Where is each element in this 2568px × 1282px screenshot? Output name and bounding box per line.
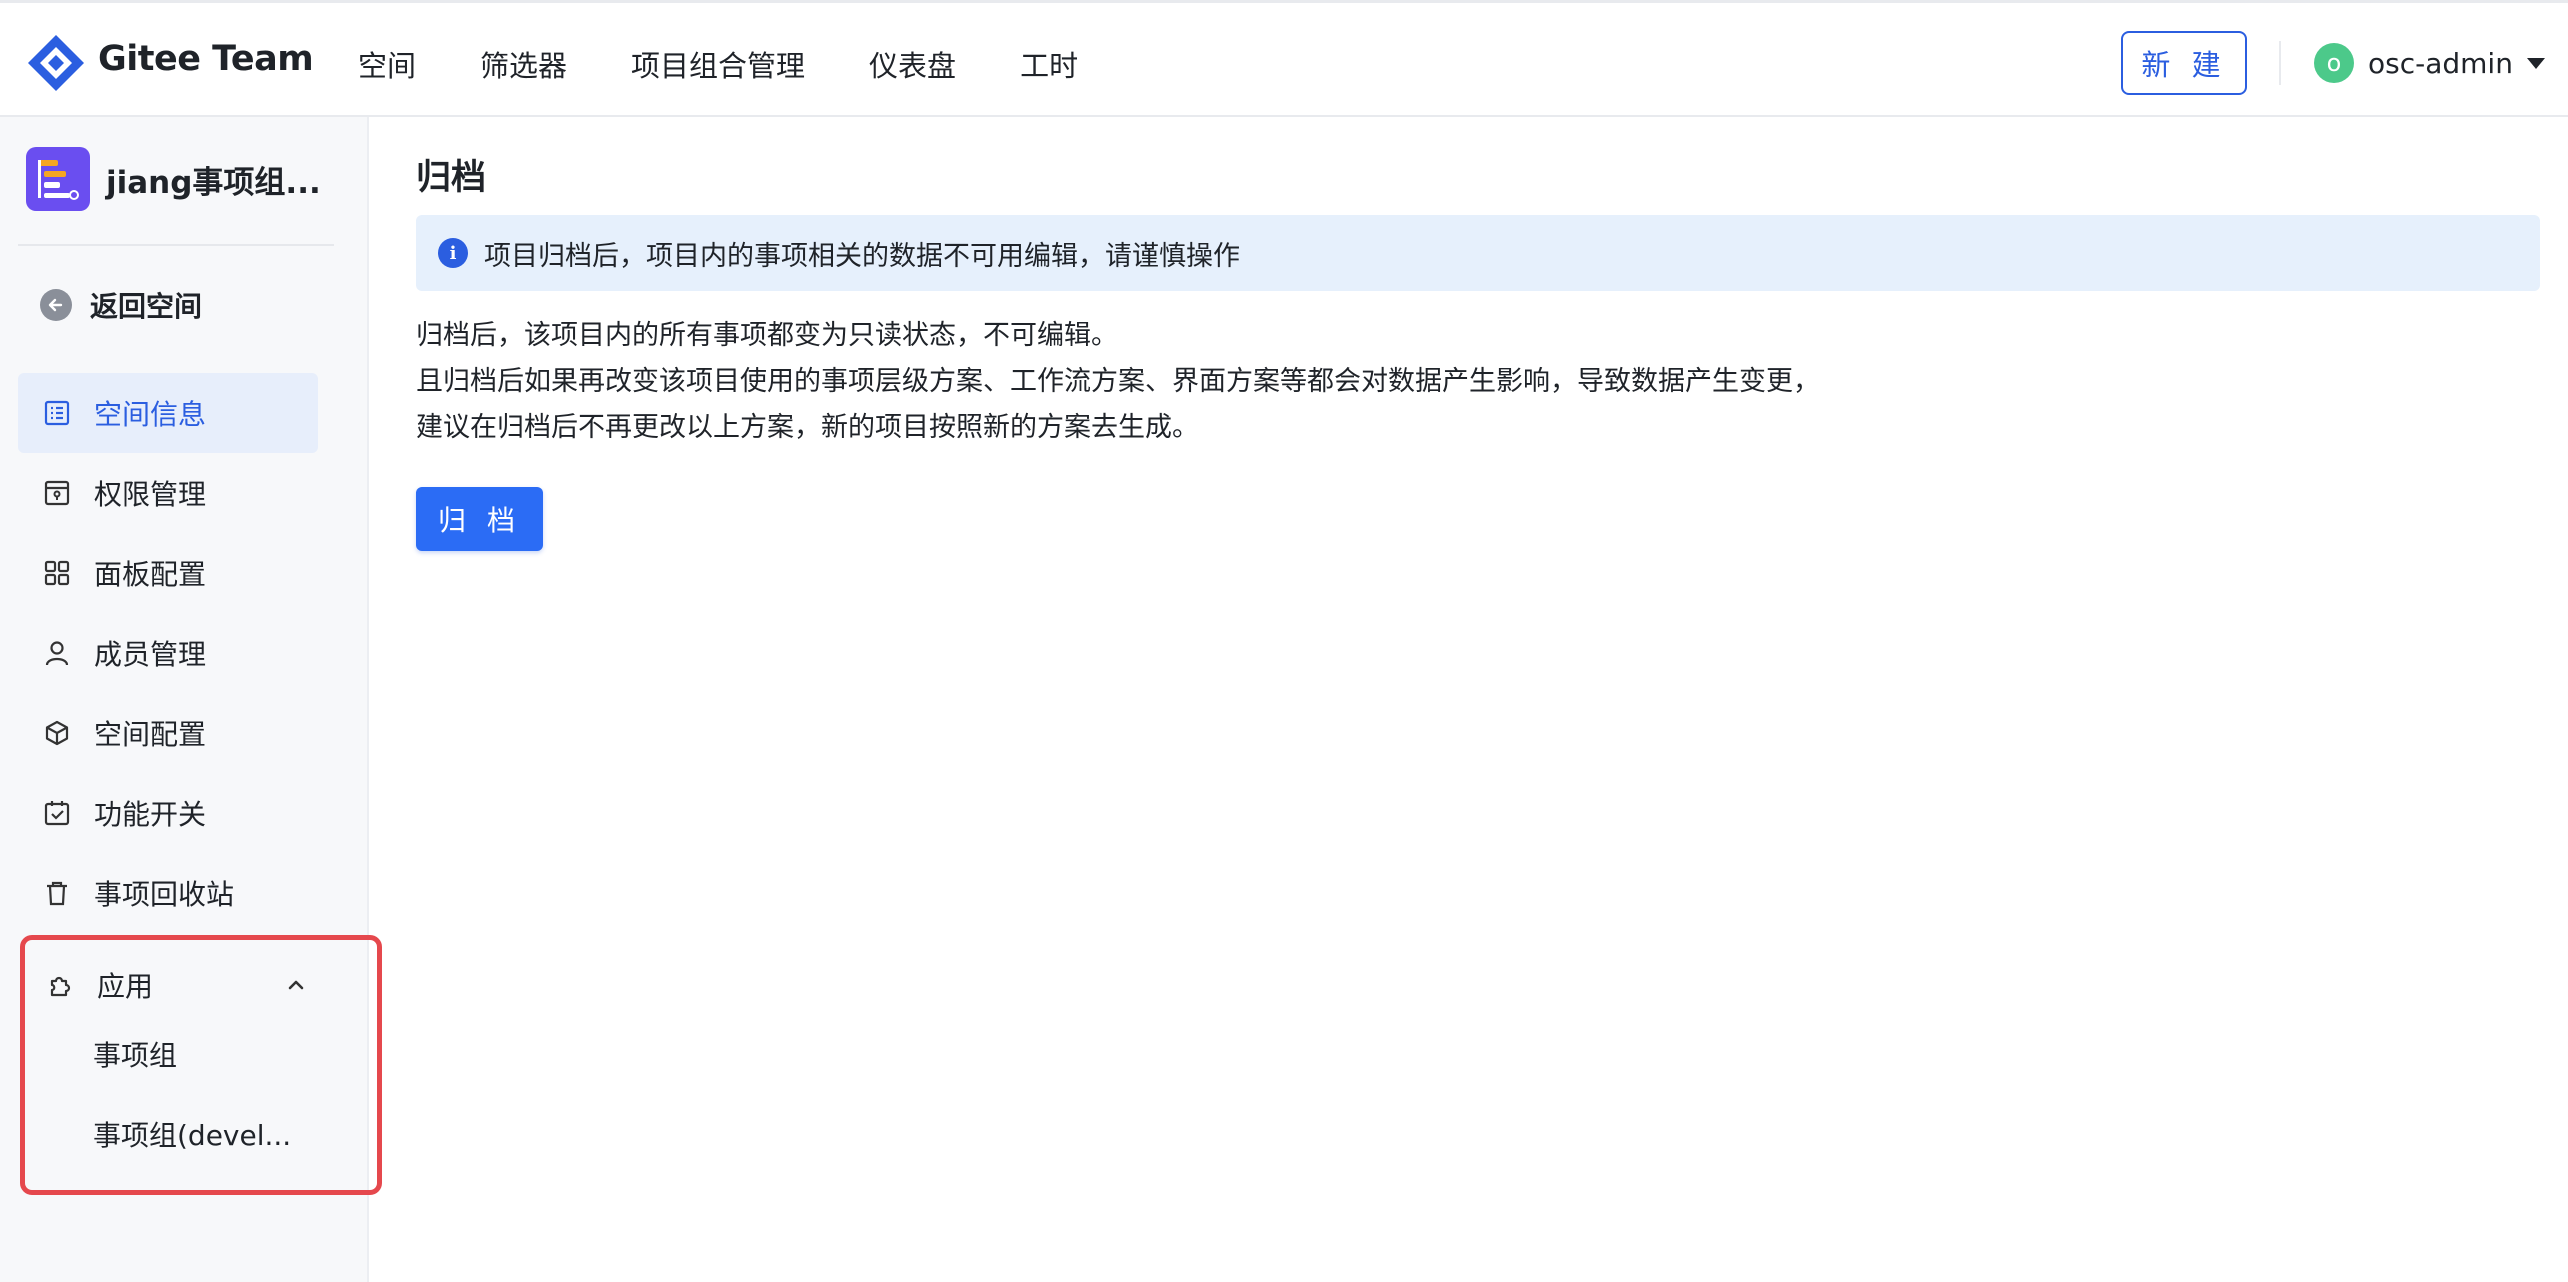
grid-icon [42, 558, 72, 588]
sidebar-divider [18, 244, 334, 246]
alert-text: 项目归档后，项目内的事项相关的数据不可用编辑，请谨慎操作 [484, 240, 1240, 272]
nav-item-worktime[interactable]: 工时 [1020, 43, 1078, 85]
arrow-left-icon [40, 289, 72, 321]
top-bar: Gitee Team 空间 筛选器 项目组合管理 仪表盘 工时 新 建 o os… [0, 0, 2568, 117]
sidebar-subitem-issue-group[interactable]: 事项组 [93, 1034, 177, 1074]
info-icon: i [438, 238, 468, 268]
header-divider [2279, 41, 2281, 85]
sidebar-item-space-config[interactable]: 空间配置 [18, 693, 318, 773]
description-line: 归档后，该项目内的所有事项都变为只读状态，不可编辑。 [416, 320, 1118, 351]
list-icon [42, 398, 72, 428]
sidebar-item-label: 功能开关 [94, 798, 207, 831]
nav-item-dashboard[interactable]: 仪表盘 [869, 43, 956, 85]
chevron-up-icon[interactable] [285, 974, 307, 1000]
page-title: 归档 [416, 158, 487, 198]
project-name: jiang事项组... [106, 164, 321, 201]
sidebar-item-feature-toggle[interactable]: 功能开关 [18, 773, 318, 853]
description-line: 建议在归档后不再更改以上方案，新的项目按照新的方案去生成。 [416, 412, 1199, 443]
sidebar: jiang事项组... 返回空间 空间信息 权限管理 面板配置 成员管理 空间配… [0, 117, 382, 1282]
sidebar-item-space-info[interactable]: 空间信息 [18, 373, 318, 453]
caret-down-icon [2526, 57, 2545, 69]
sidebar-item-apps[interactable]: 应用 [45, 950, 305, 1020]
sidebar-item-members[interactable]: 成员管理 [18, 613, 318, 693]
sidebar-item-label: 事项回收站 [94, 878, 235, 911]
trash-icon [42, 878, 72, 908]
sidebar-subitem-issue-group-devel[interactable]: 事项组(devel... [93, 1114, 291, 1154]
calendar-check-icon [42, 798, 72, 828]
avatar: o [2314, 43, 2354, 83]
sidebar-item-label: 成员管理 [94, 638, 207, 671]
sidebar-item-label: 空间配置 [94, 718, 207, 751]
apps-highlight-box: 应用 事项组 事项组(devel... [20, 935, 382, 1195]
sidebar-menu: 空间信息 权限管理 面板配置 成员管理 空间配置 功能开关 事项回收站 [18, 373, 318, 933]
user-menu[interactable]: o osc-admin [2314, 43, 2545, 83]
sidebar-item-label: 应用 [97, 970, 154, 1003]
top-nav: 空间 筛选器 项目组合管理 仪表盘 工时 [358, 43, 1142, 85]
key-card-icon [42, 478, 72, 508]
project-header[interactable]: jiang事项组... [26, 147, 321, 211]
gitee-logo-icon[interactable] [26, 33, 86, 93]
username: osc-admin [2368, 46, 2513, 80]
back-label: 返回空间 [90, 290, 203, 323]
main-content: 归档 i 项目归档后，项目内的事项相关的数据不可用编辑，请谨慎操作 归档后，该项… [369, 117, 2568, 1282]
archive-button[interactable]: 归 档 [416, 487, 543, 551]
project-icon [26, 147, 90, 211]
description-line: 且归档后如果再改变该项目使用的事项层级方案、工作流方案、界面方案等都会对数据产生… [416, 366, 1820, 397]
cube-icon [42, 718, 72, 748]
archive-description: 归档后，该项目内的所有事项都变为只读状态，不可编辑。 且归档后如果再改变该项目使… [416, 313, 1820, 451]
new-button[interactable]: 新 建 [2121, 31, 2247, 95]
nav-item-portfolio[interactable]: 项目组合管理 [631, 43, 805, 85]
sidebar-item-board-config[interactable]: 面板配置 [18, 533, 318, 613]
brand-name[interactable]: Gitee Team [98, 39, 314, 79]
back-to-space-link[interactable]: 返回空间 [40, 285, 202, 325]
warning-alert: i 项目归档后，项目内的事项相关的数据不可用编辑，请谨慎操作 [416, 215, 2540, 291]
user-icon [42, 638, 72, 668]
sidebar-item-label: 权限管理 [94, 478, 207, 511]
nav-item-space[interactable]: 空间 [358, 43, 416, 85]
puzzle-icon [45, 970, 75, 1000]
sidebar-item-recycle-bin[interactable]: 事项回收站 [18, 853, 318, 933]
sidebar-item-permissions[interactable]: 权限管理 [18, 453, 318, 533]
sidebar-item-label: 空间信息 [94, 398, 207, 431]
nav-item-filters[interactable]: 筛选器 [480, 43, 567, 85]
sidebar-item-label: 面板配置 [94, 558, 207, 591]
